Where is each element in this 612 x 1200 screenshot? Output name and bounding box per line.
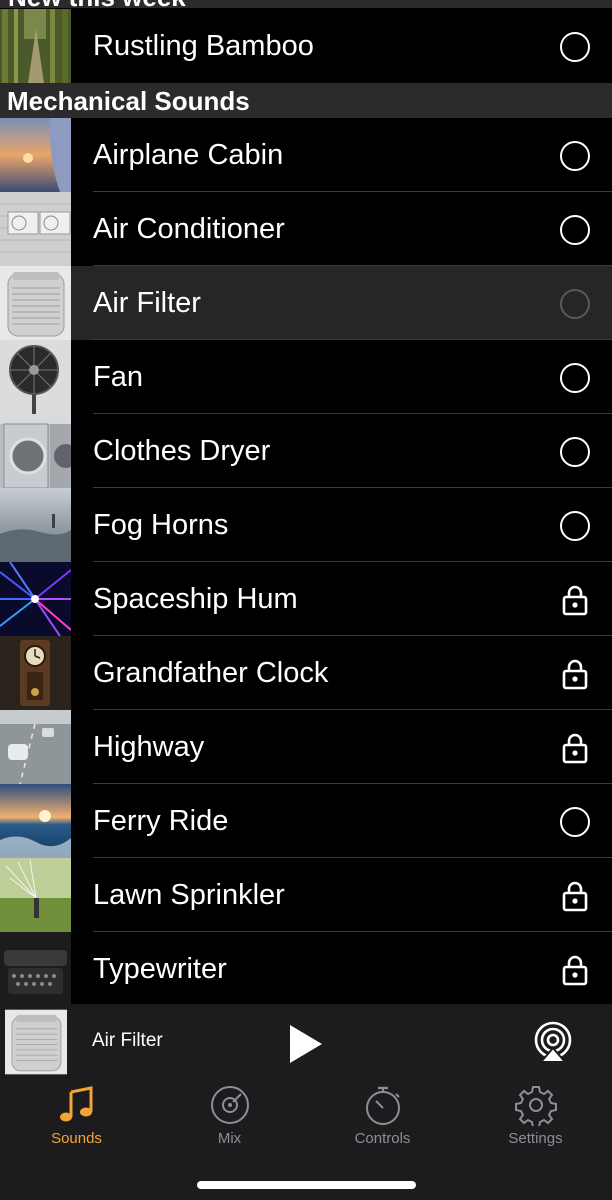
tab-label: Settings (508, 1130, 563, 1147)
bamboo-thumbnail (0, 9, 71, 83)
sound-row-typewriter[interactable]: Typewriter (0, 932, 612, 1006)
sound-row-fan[interactable]: Fan (0, 340, 612, 414)
disc-icon (211, 1086, 249, 1124)
section-title: New this week (8, 0, 186, 8)
sound-row-rustling-bamboo[interactable]: Rustling Bamboo (0, 9, 612, 83)
tab-sounds[interactable]: Sounds (0, 1076, 153, 1166)
select-circle-icon[interactable] (559, 510, 591, 542)
typewriter-thumbnail (0, 932, 71, 1006)
sound-row-air-filter[interactable]: Air Filter (0, 266, 612, 340)
grandfather-clock-thumbnail (0, 636, 71, 710)
sound-label: Rustling Bamboo (93, 30, 314, 62)
fan-thumbnail (0, 340, 71, 414)
sound-row-clothes-dryer[interactable]: Clothes Dryer (0, 414, 612, 488)
now-playing-bar[interactable]: Air Filter (0, 1004, 612, 1076)
select-circle-icon[interactable] (559, 140, 591, 172)
section-header-mechanical-sounds: Mechanical Sounds (0, 83, 612, 118)
highway-thumbnail (0, 710, 71, 784)
lock-icon[interactable] (559, 658, 591, 690)
sound-label: Typewriter (93, 953, 227, 985)
select-circle-icon[interactable] (559, 362, 591, 394)
sound-row-lawn-sprinkler[interactable]: Lawn Sprinkler (0, 858, 612, 932)
tab-controls[interactable]: Controls (306, 1076, 459, 1166)
section-title: Mechanical Sounds (7, 86, 250, 116)
sound-row-ferry-ride[interactable]: Ferry Ride (0, 784, 612, 858)
sound-row-airplane-cabin[interactable]: Airplane Cabin (0, 118, 612, 192)
now-playing-thumbnail (5, 1009, 67, 1075)
gear-icon (515, 1086, 557, 1126)
clothes-dryer-thumbnail (0, 414, 71, 488)
spaceship-hum-thumbnail (0, 562, 71, 636)
fog-horns-thumbnail (0, 488, 71, 562)
lock-icon[interactable] (559, 732, 591, 764)
sound-label: Spaceship Hum (93, 583, 298, 615)
play-button[interactable] (286, 1022, 326, 1066)
sound-row-highway[interactable]: Highway (0, 710, 612, 784)
lawn-sprinkler-thumbnail (0, 858, 71, 932)
home-indicator[interactable] (197, 1181, 416, 1189)
air-conditioner-thumbnail (0, 192, 71, 266)
music-note-icon (60, 1086, 93, 1122)
sound-label: Lawn Sprinkler (93, 879, 285, 911)
tab-mix[interactable]: Mix (153, 1076, 306, 1166)
sound-label: Fan (93, 361, 143, 393)
sound-label: Airplane Cabin (93, 139, 284, 171)
stopwatch-icon (366, 1086, 400, 1125)
select-circle-icon[interactable] (559, 288, 591, 320)
lock-icon[interactable] (559, 584, 591, 616)
lock-icon[interactable] (559, 880, 591, 912)
tab-settings[interactable]: Settings (459, 1076, 612, 1166)
tab-label: Sounds (51, 1130, 102, 1147)
sound-label: Air Conditioner (93, 213, 285, 245)
sound-label: Highway (93, 731, 205, 763)
lock-icon[interactable] (559, 954, 591, 986)
sound-label: Clothes Dryer (93, 435, 271, 467)
section-header-new-this-week: New this week (0, 0, 612, 8)
sound-row-fog-horns[interactable]: Fog Horns (0, 488, 612, 562)
air-filter-thumbnail (0, 266, 71, 340)
now-playing-title: Air Filter (92, 1030, 163, 1051)
select-circle-icon[interactable] (559, 214, 591, 246)
sound-label: Fog Horns (93, 509, 229, 541)
sound-label: Grandfather Clock (93, 657, 329, 689)
sound-label: Air Filter (93, 287, 201, 319)
sound-label: Ferry Ride (93, 805, 229, 837)
sound-row-grandfather-clock[interactable]: Grandfather Clock (0, 636, 612, 710)
sound-row-spaceship-hum[interactable]: Spaceship Hum (0, 562, 612, 636)
tab-label: Controls (354, 1130, 411, 1147)
select-circle-icon[interactable] (559, 436, 591, 468)
select-circle-icon[interactable] (559, 806, 591, 838)
ferry-ride-thumbnail (0, 784, 71, 858)
tab-label: Mix (217, 1130, 242, 1147)
airplane-cabin-thumbnail (0, 118, 71, 192)
sound-row-air-conditioner[interactable]: Air Conditioner (0, 192, 612, 266)
airplay-icon[interactable] (531, 1020, 575, 1064)
select-circle-icon[interactable] (559, 31, 591, 63)
